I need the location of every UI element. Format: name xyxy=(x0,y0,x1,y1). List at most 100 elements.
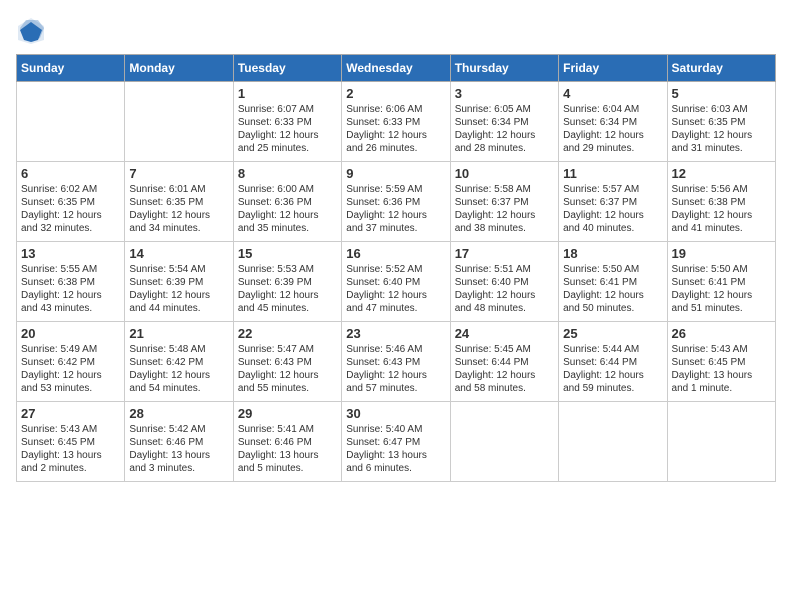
day-info: Sunrise: 5:50 AM Sunset: 6:41 PM Dayligh… xyxy=(563,263,662,315)
day-info: Sunrise: 6:02 AM Sunset: 6:35 PM Dayligh… xyxy=(21,183,120,235)
day-number: 11 xyxy=(563,166,662,181)
calendar-cell: 14 Sunrise: 5:54 AM Sunset: 6:39 PM Dayli… xyxy=(125,242,233,322)
calendar-cell: 30Sunrise: 5:40 AM Sunset: 6:47 PM Dayli… xyxy=(342,402,450,482)
calendar-cell: 10Sunrise: 5:58 AM Sunset: 6:37 PM Dayli… xyxy=(450,162,558,242)
day-info: Sunrise: 5:42 AM Sunset: 6:46 PM Dayligh… xyxy=(129,423,228,475)
day-number: 28 xyxy=(129,406,228,421)
calendar-cell: 11 Sunrise: 5:57 AM Sunset: 6:37 PM Dayli… xyxy=(559,162,667,242)
day-number: 29 xyxy=(238,406,337,421)
calendar-cell xyxy=(559,402,667,482)
page-header xyxy=(16,16,776,46)
day-info: Sunrise: 5:43 AM Sunset: 6:45 PM Dayligh… xyxy=(672,343,771,395)
calendar-cell xyxy=(450,402,558,482)
calendar-cell: 26Sunrise: 5:43 AM Sunset: 6:45 PM Dayli… xyxy=(667,322,775,402)
calendar-cell: 29 Sunrise: 5:41 AM Sunset: 6:46 PM Dayli… xyxy=(233,402,341,482)
calendar-cell: 2 Sunrise: 6:06 AM Sunset: 6:33 PM Daylig… xyxy=(342,82,450,162)
day-number: 16 xyxy=(346,246,445,261)
day-number: 4 xyxy=(563,86,662,101)
day-number: 1 xyxy=(238,86,337,101)
day-number: 13 xyxy=(21,246,120,261)
calendar-cell: 5 Sunrise: 6:03 AM Sunset: 6:35 PM Daylig… xyxy=(667,82,775,162)
day-number: 8 xyxy=(238,166,337,181)
calendar-cell xyxy=(667,402,775,482)
weekday-header-sunday: Sunday xyxy=(17,55,125,82)
day-number: 9 xyxy=(346,166,445,181)
day-number: 14 xyxy=(129,246,228,261)
day-info: Sunrise: 5:54 AM Sunset: 6:39 PM Dayligh… xyxy=(129,263,228,315)
calendar-week-4: 20 Sunrise: 5:49 AM Sunset: 6:42 PM Dayli… xyxy=(17,322,776,402)
calendar-cell: 19 Sunrise: 5:50 AM Sunset: 6:41 PM Dayli… xyxy=(667,242,775,322)
calendar-cell: 4 Sunrise: 6:04 AM Sunset: 6:34 PM Daylig… xyxy=(559,82,667,162)
day-info: Sunrise: 5:48 AM Sunset: 6:42 PM Dayligh… xyxy=(129,343,228,395)
day-info: Sunrise: 5:55 AM Sunset: 6:38 PM Dayligh… xyxy=(21,263,120,315)
day-number: 22 xyxy=(238,326,337,341)
day-info: Sunrise: 6:04 AM Sunset: 6:34 PM Dayligh… xyxy=(563,103,662,155)
calendar-cell: 18 Sunrise: 5:50 AM Sunset: 6:41 PM Dayli… xyxy=(559,242,667,322)
calendar-cell xyxy=(125,82,233,162)
day-info: Sunrise: 6:03 AM Sunset: 6:35 PM Dayligh… xyxy=(672,103,771,155)
day-info: Sunrise: 5:51 AM Sunset: 6:40 PM Dayligh… xyxy=(455,263,554,315)
day-info: Sunrise: 6:06 AM Sunset: 6:33 PM Dayligh… xyxy=(346,103,445,155)
calendar-cell: 1 Sunrise: 6:07 AM Sunset: 6:33 PM Daylig… xyxy=(233,82,341,162)
weekday-header-monday: Monday xyxy=(125,55,233,82)
calendar-cell: 13 Sunrise: 5:55 AM Sunset: 6:38 PM Dayli… xyxy=(17,242,125,322)
calendar-cell: 21 Sunrise: 5:48 AM Sunset: 6:42 PM Dayli… xyxy=(125,322,233,402)
calendar-table: SundayMondayTuesdayWednesdayThursdayFrid… xyxy=(16,54,776,482)
day-info: Sunrise: 5:59 AM Sunset: 6:36 PM Dayligh… xyxy=(346,183,445,235)
weekday-header-wednesday: Wednesday xyxy=(342,55,450,82)
weekday-header-saturday: Saturday xyxy=(667,55,775,82)
day-info: Sunrise: 5:50 AM Sunset: 6:41 PM Dayligh… xyxy=(672,263,771,315)
day-info: Sunrise: 5:57 AM Sunset: 6:37 PM Dayligh… xyxy=(563,183,662,235)
day-info: Sunrise: 6:07 AM Sunset: 6:33 PM Dayligh… xyxy=(238,103,337,155)
calendar-cell: 12 Sunrise: 5:56 AM Sunset: 6:38 PM Dayli… xyxy=(667,162,775,242)
calendar-cell xyxy=(17,82,125,162)
day-info: Sunrise: 6:00 AM Sunset: 6:36 PM Dayligh… xyxy=(238,183,337,235)
calendar-cell: 27 Sunrise: 5:43 AM Sunset: 6:45 PM Dayli… xyxy=(17,402,125,482)
calendar-week-3: 13 Sunrise: 5:55 AM Sunset: 6:38 PM Dayli… xyxy=(17,242,776,322)
day-info: Sunrise: 5:52 AM Sunset: 6:40 PM Dayligh… xyxy=(346,263,445,315)
calendar-cell: 28 Sunrise: 5:42 AM Sunset: 6:46 PM Dayli… xyxy=(125,402,233,482)
day-info: Sunrise: 5:56 AM Sunset: 6:38 PM Dayligh… xyxy=(672,183,771,235)
calendar-cell: 24 Sunrise: 5:45 AM Sunset: 6:44 PM Dayli… xyxy=(450,322,558,402)
day-number: 7 xyxy=(129,166,228,181)
day-info: Sunrise: 5:45 AM Sunset: 6:44 PM Dayligh… xyxy=(455,343,554,395)
day-info: Sunrise: 5:47 AM Sunset: 6:43 PM Dayligh… xyxy=(238,343,337,395)
calendar-cell: 7 Sunrise: 6:01 AM Sunset: 6:35 PM Daylig… xyxy=(125,162,233,242)
day-number: 19 xyxy=(672,246,771,261)
day-info: Sunrise: 6:05 AM Sunset: 6:34 PM Dayligh… xyxy=(455,103,554,155)
calendar-week-5: 27 Sunrise: 5:43 AM Sunset: 6:45 PM Dayli… xyxy=(17,402,776,482)
day-number: 20 xyxy=(21,326,120,341)
logo-icon xyxy=(16,16,46,46)
calendar-header-row: SundayMondayTuesdayWednesdayThursdayFrid… xyxy=(17,55,776,82)
calendar-week-2: 6 Sunrise: 6:02 AM Sunset: 6:35 PM Daylig… xyxy=(17,162,776,242)
weekday-header-thursday: Thursday xyxy=(450,55,558,82)
weekday-header-friday: Friday xyxy=(559,55,667,82)
day-number: 21 xyxy=(129,326,228,341)
day-info: Sunrise: 5:41 AM Sunset: 6:46 PM Dayligh… xyxy=(238,423,337,475)
weekday-header-tuesday: Tuesday xyxy=(233,55,341,82)
day-number: 30 xyxy=(346,406,445,421)
day-info: Sunrise: 6:01 AM Sunset: 6:35 PM Dayligh… xyxy=(129,183,228,235)
day-info: Sunrise: 5:58 AM Sunset: 6:37 PM Dayligh… xyxy=(455,183,554,235)
day-number: 23 xyxy=(346,326,445,341)
calendar-cell: 15Sunrise: 5:53 AM Sunset: 6:39 PM Dayli… xyxy=(233,242,341,322)
calendar-cell: 17Sunrise: 5:51 AM Sunset: 6:40 PM Dayli… xyxy=(450,242,558,322)
calendar-cell: 20 Sunrise: 5:49 AM Sunset: 6:42 PM Dayli… xyxy=(17,322,125,402)
day-number: 12 xyxy=(672,166,771,181)
day-info: Sunrise: 5:53 AM Sunset: 6:39 PM Dayligh… xyxy=(238,263,337,315)
calendar-cell: 23Sunrise: 5:46 AM Sunset: 6:43 PM Dayli… xyxy=(342,322,450,402)
day-info: Sunrise: 5:44 AM Sunset: 6:44 PM Dayligh… xyxy=(563,343,662,395)
day-number: 2 xyxy=(346,86,445,101)
day-number: 18 xyxy=(563,246,662,261)
day-info: Sunrise: 5:49 AM Sunset: 6:42 PM Dayligh… xyxy=(21,343,120,395)
day-info: Sunrise: 5:43 AM Sunset: 6:45 PM Dayligh… xyxy=(21,423,120,475)
day-number: 3 xyxy=(455,86,554,101)
logo xyxy=(16,16,50,46)
day-number: 24 xyxy=(455,326,554,341)
day-number: 5 xyxy=(672,86,771,101)
calendar-cell: 3 Sunrise: 6:05 AM Sunset: 6:34 PM Daylig… xyxy=(450,82,558,162)
day-number: 27 xyxy=(21,406,120,421)
calendar-cell: 22 Sunrise: 5:47 AM Sunset: 6:43 PM Dayli… xyxy=(233,322,341,402)
day-number: 6 xyxy=(21,166,120,181)
day-number: 25 xyxy=(563,326,662,341)
